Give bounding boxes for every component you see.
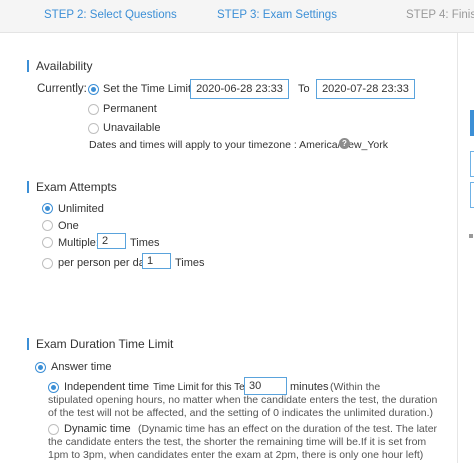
attempts-title: Exam Attempts <box>27 180 117 194</box>
one-label: One <box>58 220 79 232</box>
permanent-label: Permanent <box>103 103 157 115</box>
multiple-label: Multiple: <box>58 237 99 249</box>
right-panel-button[interactable] <box>470 110 474 136</box>
right-panel-option[interactable] <box>470 182 474 208</box>
step-select-questions[interactable]: STEP 2: Select Questions <box>44 9 177 21</box>
answer-time-radio[interactable] <box>35 362 46 373</box>
dynamic-desc: the candidate enters the test, the short… <box>48 436 427 461</box>
to-label: To <box>298 83 310 95</box>
independent-desc-start: (Within the <box>330 381 381 393</box>
dynamic-time-label: Dynamic time <box>64 423 131 435</box>
currently-label: Currently: <box>37 83 87 95</box>
per-day-times-unit: Times <box>175 257 205 269</box>
one-radio[interactable] <box>42 220 53 231</box>
availability-title: Availability <box>26 59 92 73</box>
independent-desc: stipulated opening hours, no matter when… <box>48 394 438 419</box>
end-date-input[interactable]: 2020-07-28 23:33 <box>316 79 415 99</box>
dynamic-time-radio[interactable] <box>48 424 59 435</box>
unavailable-label: Unavailable <box>103 122 161 134</box>
right-panel-divider <box>457 33 458 463</box>
dynamic-desc-start: (Dynamic time has an effect on the durat… <box>138 423 438 435</box>
time-limit-label: Set the Time Limit <box>103 83 192 95</box>
time-limit-test-label: Time Limit for this Test: <box>153 382 256 393</box>
unlimited-radio[interactable] <box>42 203 53 214</box>
time-limit-radio[interactable] <box>88 84 99 95</box>
multiple-radio[interactable] <box>42 237 53 248</box>
right-panel-option[interactable] <box>470 151 474 177</box>
unavailable-radio[interactable] <box>88 123 99 134</box>
start-date-input[interactable]: 2020-06-28 23:33 <box>190 79 289 99</box>
step-finish[interactable]: STEP 4: Finish <box>406 9 474 21</box>
steps-bar: STEP 2: Select Questions STEP 3: Exam Se… <box>0 0 474 33</box>
per-day-label: per person per day: <box>58 257 154 269</box>
per-day-radio[interactable] <box>42 258 53 269</box>
per-day-times-input[interactable]: 1 <box>142 253 171 269</box>
answer-time-label: Answer time <box>51 361 112 373</box>
duration-title: Exam Duration Time Limit <box>26 337 173 351</box>
unlimited-label: Unlimited <box>58 203 104 215</box>
help-icon[interactable]: ? <box>339 138 350 149</box>
independent-time-label: Independent time <box>64 381 150 393</box>
step-exam-settings[interactable]: STEP 3: Exam Settings <box>217 9 337 21</box>
independent-time-radio[interactable] <box>48 382 59 393</box>
permanent-radio[interactable] <box>88 104 99 115</box>
time-limit-minutes-input[interactable]: 30 <box>244 377 287 395</box>
right-panel-mark <box>469 234 473 238</box>
multiple-times-unit: Times <box>130 237 160 249</box>
multiple-times-input[interactable]: 2 <box>97 233 126 249</box>
minutes-unit: minutes <box>290 381 329 393</box>
